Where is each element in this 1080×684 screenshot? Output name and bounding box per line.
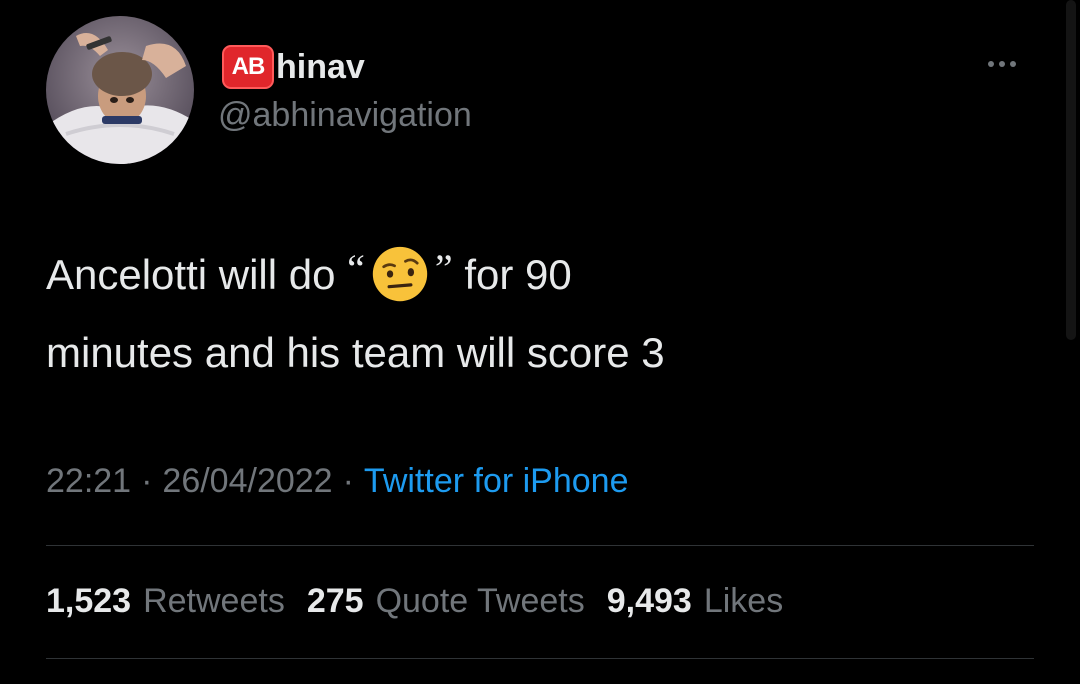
tweet-time[interactable]: 22:21	[46, 462, 131, 500]
likes-label: Likes	[703, 582, 784, 620]
author-name[interactable]: AB hinav	[222, 44, 365, 90]
retweets-label: Retweets	[143, 582, 285, 620]
quote-tweets-stat[interactable]: 275 Quote Tweets	[307, 582, 585, 621]
tweet-text-part-1: Ancelotti will do	[46, 251, 336, 298]
scrollbar[interactable]	[1066, 0, 1076, 340]
tweet-text-part-2: for 90	[464, 251, 572, 298]
tweet-date[interactable]: 26/04/2022	[162, 462, 332, 500]
open-quote: “	[347, 246, 365, 291]
close-quote: ”	[434, 246, 453, 291]
author-handle[interactable]: @abhinavigation	[218, 96, 472, 135]
divider	[46, 658, 1034, 659]
author-name-text: hinav	[276, 47, 365, 86]
tweet-source-link[interactable]: Twitter for iPhone	[364, 462, 629, 500]
author-avatar[interactable]	[46, 16, 194, 164]
divider	[46, 545, 1034, 546]
tweet-meta: 22:21 · 26/04/2022 · Twitter for iPhone	[46, 462, 628, 501]
likes-stat[interactable]: 9,493 Likes	[607, 582, 783, 621]
meta-separator: ·	[342, 462, 354, 500]
retweets-count: 1,523	[46, 582, 132, 620]
more-options-icon[interactable]	[978, 52, 1026, 76]
quote-tweets-count: 275	[306, 582, 364, 620]
tweet-stats: 1,523 Retweets 275 Quote Tweets 9,493 Likes	[46, 582, 783, 621]
ab-badge-icon: AB	[222, 45, 274, 89]
likes-count: 9,493	[606, 582, 692, 620]
monkey-haircut-photo	[46, 16, 194, 164]
face-with-raised-eyebrow-icon	[372, 246, 428, 302]
meta-separator: ·	[141, 462, 153, 500]
tweet-text-line-2: minutes and his team will score 3	[46, 329, 665, 376]
tweet-text: Ancelotti will do “ ” for 90 minutes and…	[46, 236, 1006, 392]
quote-tweets-label: Quote Tweets	[375, 582, 585, 620]
retweets-stat[interactable]: 1,523 Retweets	[46, 582, 285, 621]
